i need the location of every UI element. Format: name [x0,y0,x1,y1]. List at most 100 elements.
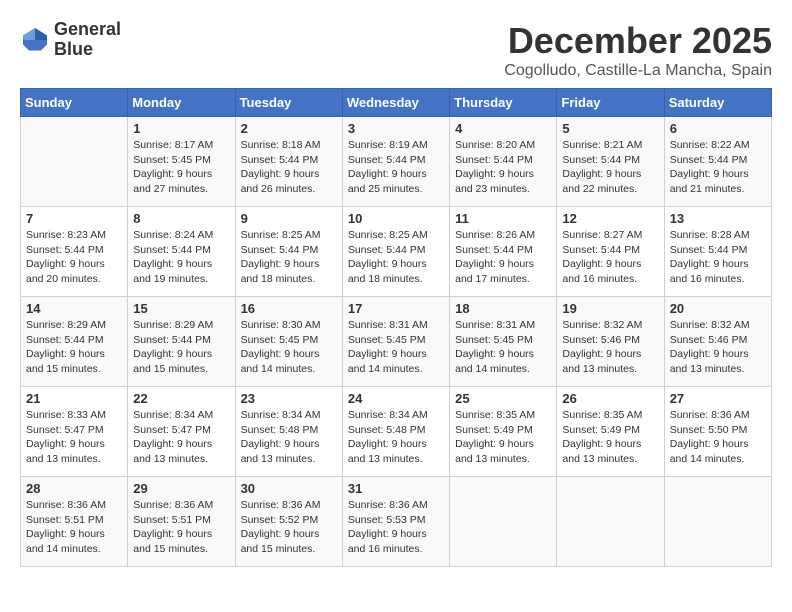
title-section: December 2025 Cogolludo, Castille-La Man… [504,20,772,80]
day-number: 25 [455,391,551,406]
calendar-cell: 25 Sunrise: 8:35 AMSunset: 5:49 PMDayligh… [450,387,557,477]
calendar-cell [557,477,664,567]
calendar-cell: 10Sunrise: 8:25 AMSunset: 5:44 PMDayligh… [342,207,449,297]
calendar-week-row: 14 Sunrise: 8:29 AMSunset: 5:44 PMDayligh… [21,297,772,387]
calendar-table: SundayMondayTuesdayWednesdayThursdayFrid… [20,88,772,567]
day-number: 29 [133,481,229,496]
day-info: Sunrise: 8:32 AMSunset: 5:46 PMDaylight:… [562,318,658,377]
calendar-cell: 13Sunrise: 8:28 AMSunset: 5:44 PMDayligh… [664,207,771,297]
calendar-cell: 5 Sunrise: 8:21 AMSunset: 5:44 PMDaylight… [557,117,664,207]
calendar-cell [664,477,771,567]
weekday-header: Friday [557,89,664,117]
day-number: 18 [455,301,551,316]
calendar-cell: 15 Sunrise: 8:29 AMSunset: 5:44 PMDayligh… [128,297,235,387]
day-info: Sunrise: 8:34 AMSunset: 5:48 PMDaylight:… [348,408,444,467]
calendar-cell: 31 Sunrise: 8:36 AMSunset: 5:53 PMDayligh… [342,477,449,567]
day-number: 31 [348,481,444,496]
month-title: December 2025 [504,20,772,62]
day-number: 10 [348,211,444,226]
calendar-cell: 28 Sunrise: 8:36 AMSunset: 5:51 PMDayligh… [21,477,128,567]
weekday-header: Thursday [450,89,557,117]
day-info: Sunrise: 8:34 AMSunset: 5:48 PMDaylight:… [241,408,337,467]
day-info: Sunrise: 8:35 AMSunset: 5:49 PMDaylight:… [562,408,658,467]
day-info: Sunrise: 8:22 AMSunset: 5:44 PMDaylight:… [670,138,766,197]
day-info: Sunrise: 8:17 AMSunset: 5:45 PMDaylight:… [133,138,229,197]
day-number: 5 [562,121,658,136]
calendar-cell: 26 Sunrise: 8:35 AMSunset: 5:49 PMDayligh… [557,387,664,477]
location: Cogolludo, Castille-La Mancha, Spain [504,62,772,80]
day-number: 9 [241,211,337,226]
day-number: 8 [133,211,229,226]
day-number: 17 [348,301,444,316]
calendar-cell: 7Sunrise: 8:23 AMSunset: 5:44 PMDaylight… [21,207,128,297]
day-number: 6 [670,121,766,136]
day-info: Sunrise: 8:24 AMSunset: 5:44 PMDaylight:… [133,228,229,287]
calendar-header-row: SundayMondayTuesdayWednesdayThursdayFrid… [21,89,772,117]
day-number: 28 [26,481,122,496]
day-number: 2 [241,121,337,136]
day-number: 15 [133,301,229,316]
day-info: Sunrise: 8:26 AMSunset: 5:44 PMDaylight:… [455,228,551,287]
weekday-header: Wednesday [342,89,449,117]
day-info: Sunrise: 8:23 AMSunset: 5:44 PMDaylight:… [26,228,122,287]
day-number: 11 [455,211,551,226]
day-info: Sunrise: 8:31 AMSunset: 5:45 PMDaylight:… [455,318,551,377]
calendar-cell: 19Sunrise: 8:32 AMSunset: 5:46 PMDayligh… [557,297,664,387]
day-number: 22 [133,391,229,406]
day-info: Sunrise: 8:20 AMSunset: 5:44 PMDaylight:… [455,138,551,197]
day-info: Sunrise: 8:31 AMSunset: 5:45 PMDaylight:… [348,318,444,377]
calendar-cell: 23 Sunrise: 8:34 AMSunset: 5:48 PMDayligh… [235,387,342,477]
day-info: Sunrise: 8:29 AMSunset: 5:44 PMDaylight:… [133,318,229,377]
day-info: Sunrise: 8:18 AMSunset: 5:44 PMDaylight:… [241,138,337,197]
day-info: Sunrise: 8:34 AMSunset: 5:47 PMDaylight:… [133,408,229,467]
day-info: Sunrise: 8:36 AMSunset: 5:51 PMDaylight:… [26,498,122,557]
calendar-cell: 6 Sunrise: 8:22 AMSunset: 5:44 PMDaylight… [664,117,771,207]
weekday-header: Monday [128,89,235,117]
calendar-cell: 16Sunrise: 8:30 AMSunset: 5:45 PMDayligh… [235,297,342,387]
page-header: General Blue December 2025 Cogolludo, Ca… [20,20,772,80]
day-info: Sunrise: 8:29 AMSunset: 5:44 PMDaylight:… [26,318,122,377]
calendar-cell: 9Sunrise: 8:25 AMSunset: 5:44 PMDaylight… [235,207,342,297]
calendar-cell: 30 Sunrise: 8:36 AMSunset: 5:52 PMDayligh… [235,477,342,567]
calendar-body: 1 Sunrise: 8:17 AMSunset: 5:45 PMDaylight… [21,117,772,567]
day-info: Sunrise: 8:32 AMSunset: 5:46 PMDaylight:… [670,318,766,377]
calendar-week-row: 7Sunrise: 8:23 AMSunset: 5:44 PMDaylight… [21,207,772,297]
day-number: 23 [241,391,337,406]
day-info: Sunrise: 8:28 AMSunset: 5:44 PMDaylight:… [670,228,766,287]
weekday-header: Sunday [21,89,128,117]
calendar-week-row: 1 Sunrise: 8:17 AMSunset: 5:45 PMDaylight… [21,117,772,207]
day-number: 1 [133,121,229,136]
day-number: 3 [348,121,444,136]
day-info: Sunrise: 8:36 AMSunset: 5:53 PMDaylight:… [348,498,444,557]
day-info: Sunrise: 8:35 AMSunset: 5:49 PMDaylight:… [455,408,551,467]
day-number: 30 [241,481,337,496]
calendar-cell: 1 Sunrise: 8:17 AMSunset: 5:45 PMDaylight… [128,117,235,207]
calendar-cell: 27Sunrise: 8:36 AMSunset: 5:50 PMDayligh… [664,387,771,477]
day-number: 24 [348,391,444,406]
logo-icon [20,25,50,55]
day-info: Sunrise: 8:36 AMSunset: 5:51 PMDaylight:… [133,498,229,557]
calendar-cell: 17 Sunrise: 8:31 AMSunset: 5:45 PMDayligh… [342,297,449,387]
calendar-week-row: 28 Sunrise: 8:36 AMSunset: 5:51 PMDayligh… [21,477,772,567]
calendar-cell: 21Sunrise: 8:33 AMSunset: 5:47 PMDayligh… [21,387,128,477]
calendar-cell: 11 Sunrise: 8:26 AMSunset: 5:44 PMDayligh… [450,207,557,297]
day-info: Sunrise: 8:19 AMSunset: 5:44 PMDaylight:… [348,138,444,197]
day-number: 16 [241,301,337,316]
calendar-cell: 12Sunrise: 8:27 AMSunset: 5:44 PMDayligh… [557,207,664,297]
day-number: 20 [670,301,766,316]
calendar-week-row: 21Sunrise: 8:33 AMSunset: 5:47 PMDayligh… [21,387,772,477]
weekday-header: Saturday [664,89,771,117]
calendar-cell: 3 Sunrise: 8:19 AMSunset: 5:44 PMDaylight… [342,117,449,207]
day-number: 26 [562,391,658,406]
calendar-cell: 24 Sunrise: 8:34 AMSunset: 5:48 PMDayligh… [342,387,449,477]
logo-line1: General [54,20,121,40]
logo: General Blue [20,20,121,60]
day-info: Sunrise: 8:21 AMSunset: 5:44 PMDaylight:… [562,138,658,197]
calendar-cell: 22 Sunrise: 8:34 AMSunset: 5:47 PMDayligh… [128,387,235,477]
weekday-header: Tuesday [235,89,342,117]
calendar-cell: 8 Sunrise: 8:24 AMSunset: 5:44 PMDaylight… [128,207,235,297]
calendar-cell: 14 Sunrise: 8:29 AMSunset: 5:44 PMDayligh… [21,297,128,387]
calendar-cell: 29 Sunrise: 8:36 AMSunset: 5:51 PMDayligh… [128,477,235,567]
day-number: 14 [26,301,122,316]
day-info: Sunrise: 8:36 AMSunset: 5:52 PMDaylight:… [241,498,337,557]
